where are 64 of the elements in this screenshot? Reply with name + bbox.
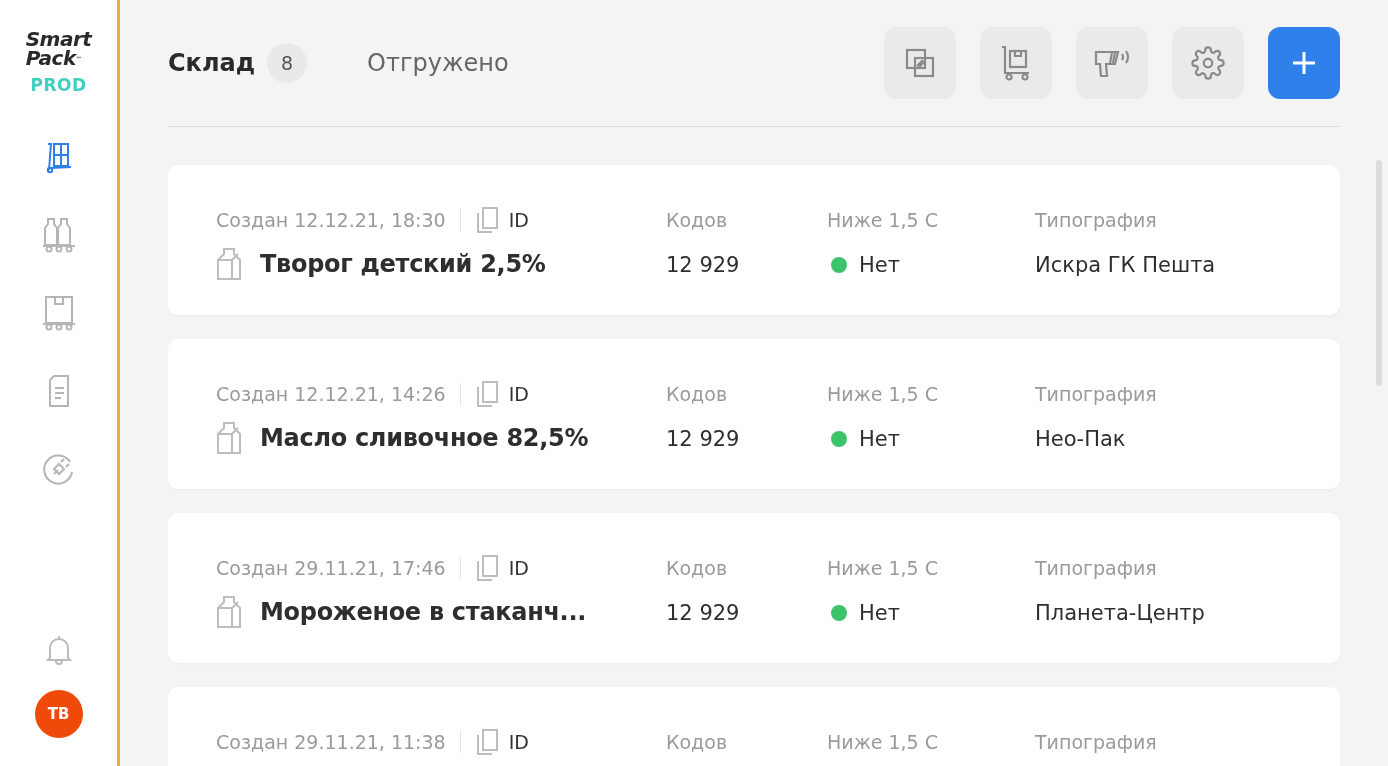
milk-carton-icon [216,595,244,629]
codes-count: 12 929 [666,600,741,627]
field-label: Типография [1035,208,1158,233]
merge-button[interactable] [884,27,956,99]
bell-icon [44,634,73,666]
field-label: Кодов [666,730,729,755]
environment-label: PROD [30,75,87,95]
notifications-button[interactable] [44,634,73,666]
copy-icon [474,554,499,582]
copy-id-button[interactable]: ID [474,206,529,234]
scrollbar[interactable] [1376,160,1382,386]
status-value: Нет [859,252,900,279]
copy-icon [474,728,499,756]
product-card[interactable]: Создан 12.12.21, 18:30 ID Творог детский 2,5% Кодов 12 929 Ниже 1,5 С Нет Типография Искра ГК Пешта [168,165,1340,315]
product-card[interactable]: Создан 29.11.21, 11:38 ID Кодов Ниже 1,5 С Типография [168,687,1340,766]
field-label: Ниже 1,5 С [827,556,939,581]
field-label: Ниже 1,5 С [827,208,939,233]
cart-button[interactable] [980,27,1052,99]
copy-icon [474,380,499,408]
printer-name: Планета-Центр [1035,600,1206,627]
count-badge: 8 [267,43,308,83]
codes-count: 12 929 [666,252,741,279]
tab[interactable]: Отгружено [367,49,509,77]
codes-count: 12 929 [666,426,741,453]
scanner-button[interactable] [1076,27,1148,99]
created-date: Создан 29.11.21, 17:46 [216,556,446,581]
field-label: Кодов [666,382,729,407]
product-title: Масло сливочное 82,5% [260,424,589,452]
bottles-cart-icon [41,217,76,253]
field-label: Кодов [666,556,729,581]
field-label: Типография [1035,382,1158,407]
field-label: Кодов [666,208,729,233]
created-date: Создан 12.12.21, 14:26 [216,382,446,407]
add-button[interactable] [1268,27,1340,99]
hand-truck-icon [44,140,73,174]
settings-button[interactable] [1172,27,1244,99]
product-title: Творог детский 2,5% [260,250,546,278]
milk-carton-icon [216,421,244,455]
milk-carton-icon [216,247,244,281]
box-cart-icon [41,295,76,331]
user-avatar[interactable]: ТВ [34,690,83,738]
product-card[interactable]: Создан 29.11.21, 17:46 ID Мороженое в стаканч... Кодов 12 929 Ниже 1,5 С Нет Типография Планета-Центр [168,513,1340,663]
printer-name: Искра ГК Пешта [1035,252,1217,279]
status-value: Нет [859,600,900,627]
printer-name: Нео-Пак [1035,426,1127,453]
created-date: Создан 12.12.21, 18:30 [216,208,446,233]
logo: Smart Pack$^{™}$ [25,30,92,68]
plug-icon [41,452,76,486]
field-label: Типография [1035,730,1158,755]
created-date: Создан 29.11.21, 11:38 [216,730,446,755]
tab[interactable]: Склад 8 [168,43,308,83]
settings-icon [1191,46,1225,80]
product-card[interactable]: Создан 12.12.21, 14:26 ID Масло сливочное 82,5% Кодов 12 929 Ниже 1,5 С Нет Типография Нео-Пак [168,339,1340,489]
copy-id-button[interactable]: ID [474,554,529,582]
product-title: Мороженое в стаканч... [260,598,587,626]
copy-id-button[interactable]: ID [474,728,529,756]
overlapping-squares-icon [903,46,937,80]
field-label: Ниже 1,5 С [827,730,939,755]
copy-icon [474,206,499,234]
status-value: Нет [859,426,900,453]
field-label: Ниже 1,5 С [827,382,939,407]
field-label: Типография [1035,556,1158,581]
copy-id-button[interactable]: ID [474,380,529,408]
plus-icon [1291,50,1317,76]
